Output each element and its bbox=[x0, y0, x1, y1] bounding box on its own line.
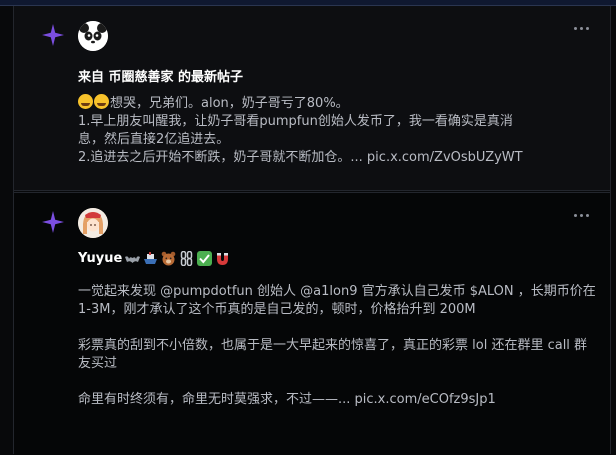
anime-girl-avatar[interactable] bbox=[78, 208, 108, 238]
author-name[interactable]: Yuyue bbox=[78, 251, 122, 266]
post-paragraph: 一觉起来发现 @pumpdotfun 创始人 @a1lon9 官方承认自己发币 … bbox=[78, 284, 596, 317]
post-line: 想哭，兄弟们。alon，奶子哥亏了80%。 bbox=[110, 96, 349, 111]
post-line: 2.追进去之后开始不断跌，奶子哥就不断加仓。... pic.x.com/ZvOs… bbox=[78, 150, 523, 165]
post-card[interactable]: Yuyue 一觉起来发现 @pumpdotfun 创始人 @a1lon9 官方承… bbox=[14, 192, 610, 455]
sparkle-icon bbox=[42, 24, 64, 46]
post-body: 一觉起来发现 @pumpdotfun 创始人 @a1lon9 官方承认自己发币 … bbox=[78, 283, 598, 409]
post-line: 息，然后直接2亿追进去。 bbox=[78, 132, 230, 147]
post-paragraph: 彩票真的刮到不小倍数，也属于是一大早起来的惊喜了，真正的彩票 lol 还在群里 … bbox=[78, 338, 588, 371]
post-line: 1.早上朋友叫醒我，让奶子哥看pumpfun创始人发币了，我一看确实是真消 bbox=[78, 114, 513, 129]
crying-face-icon bbox=[94, 94, 109, 109]
post-heading: 来自 币圈慈善家 的最新帖子 bbox=[78, 70, 244, 85]
bat-icon bbox=[125, 256, 141, 263]
post-feed: 来自 币圈慈善家 的最新帖子 想哭，兄弟们。alon，奶子哥亏了80%。 1.早… bbox=[13, 6, 611, 455]
panda-avatar[interactable] bbox=[78, 21, 108, 51]
check-icon bbox=[197, 251, 213, 266]
post-body: 想哭，兄弟们。alon，奶子哥亏了80%。 1.早上朋友叫醒我，让奶子哥看pum… bbox=[78, 94, 598, 167]
crying-face-icon bbox=[78, 94, 93, 109]
more-options-icon[interactable] bbox=[574, 27, 592, 33]
post-paragraph: 命里有时终须有，命里无时莫强求，不过——... pic.x.com/eCOfz9… bbox=[78, 392, 496, 407]
more-options-icon[interactable] bbox=[574, 214, 592, 220]
sparkle-icon bbox=[42, 211, 64, 233]
bear-icon bbox=[161, 251, 176, 266]
post-card[interactable]: 来自 币圈慈善家 的最新帖子 想哭，兄弟们。alon，奶子哥亏了80%。 1.早… bbox=[14, 6, 610, 191]
chain-icon bbox=[181, 251, 193, 266]
author-name-row: Yuyue bbox=[78, 251, 230, 266]
ship-icon bbox=[144, 252, 158, 264]
magnet-icon bbox=[217, 253, 229, 265]
